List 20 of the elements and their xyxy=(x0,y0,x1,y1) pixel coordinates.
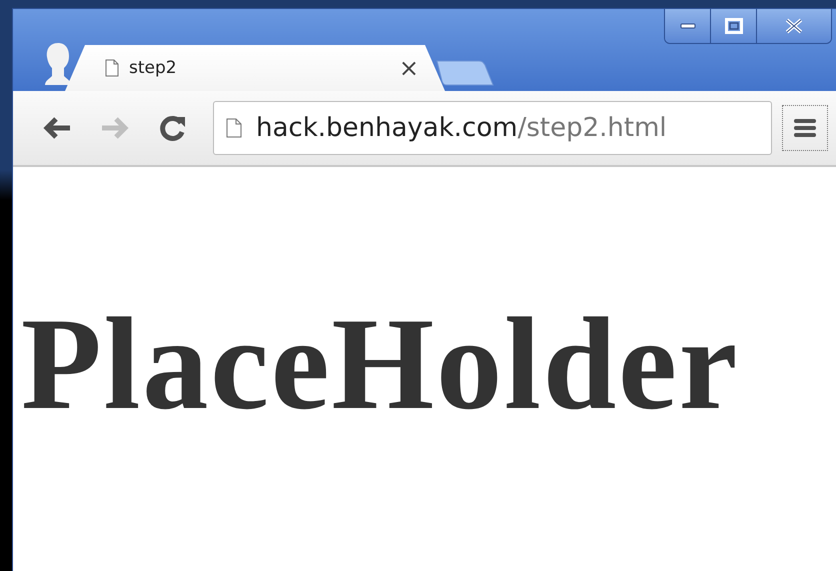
new-tab-button[interactable] xyxy=(435,59,495,87)
close-tab-button[interactable]: × xyxy=(394,54,423,82)
url-text: hack.benhayak.com/step2.html xyxy=(256,113,667,143)
tab-title: step2 xyxy=(129,58,178,78)
address-bar[interactable]: hack.benhayak.com/step2.html xyxy=(213,101,772,155)
close-icon xyxy=(785,18,803,34)
page-icon xyxy=(226,118,242,138)
forward-arrow-icon xyxy=(100,115,130,141)
menu-icon xyxy=(794,118,816,138)
minimize-icon xyxy=(680,23,696,29)
page-icon xyxy=(105,59,119,77)
browser-tab[interactable]: step2 × xyxy=(65,45,445,91)
minimize-button[interactable] xyxy=(665,9,711,43)
maximize-icon xyxy=(724,18,742,34)
back-arrow-icon xyxy=(42,115,72,141)
close-window-button[interactable] xyxy=(757,9,831,43)
reload-icon xyxy=(159,114,187,142)
page-heading: PlaceHolder xyxy=(21,298,740,430)
maximize-button[interactable] xyxy=(711,9,757,43)
menu-button[interactable] xyxy=(782,105,828,151)
